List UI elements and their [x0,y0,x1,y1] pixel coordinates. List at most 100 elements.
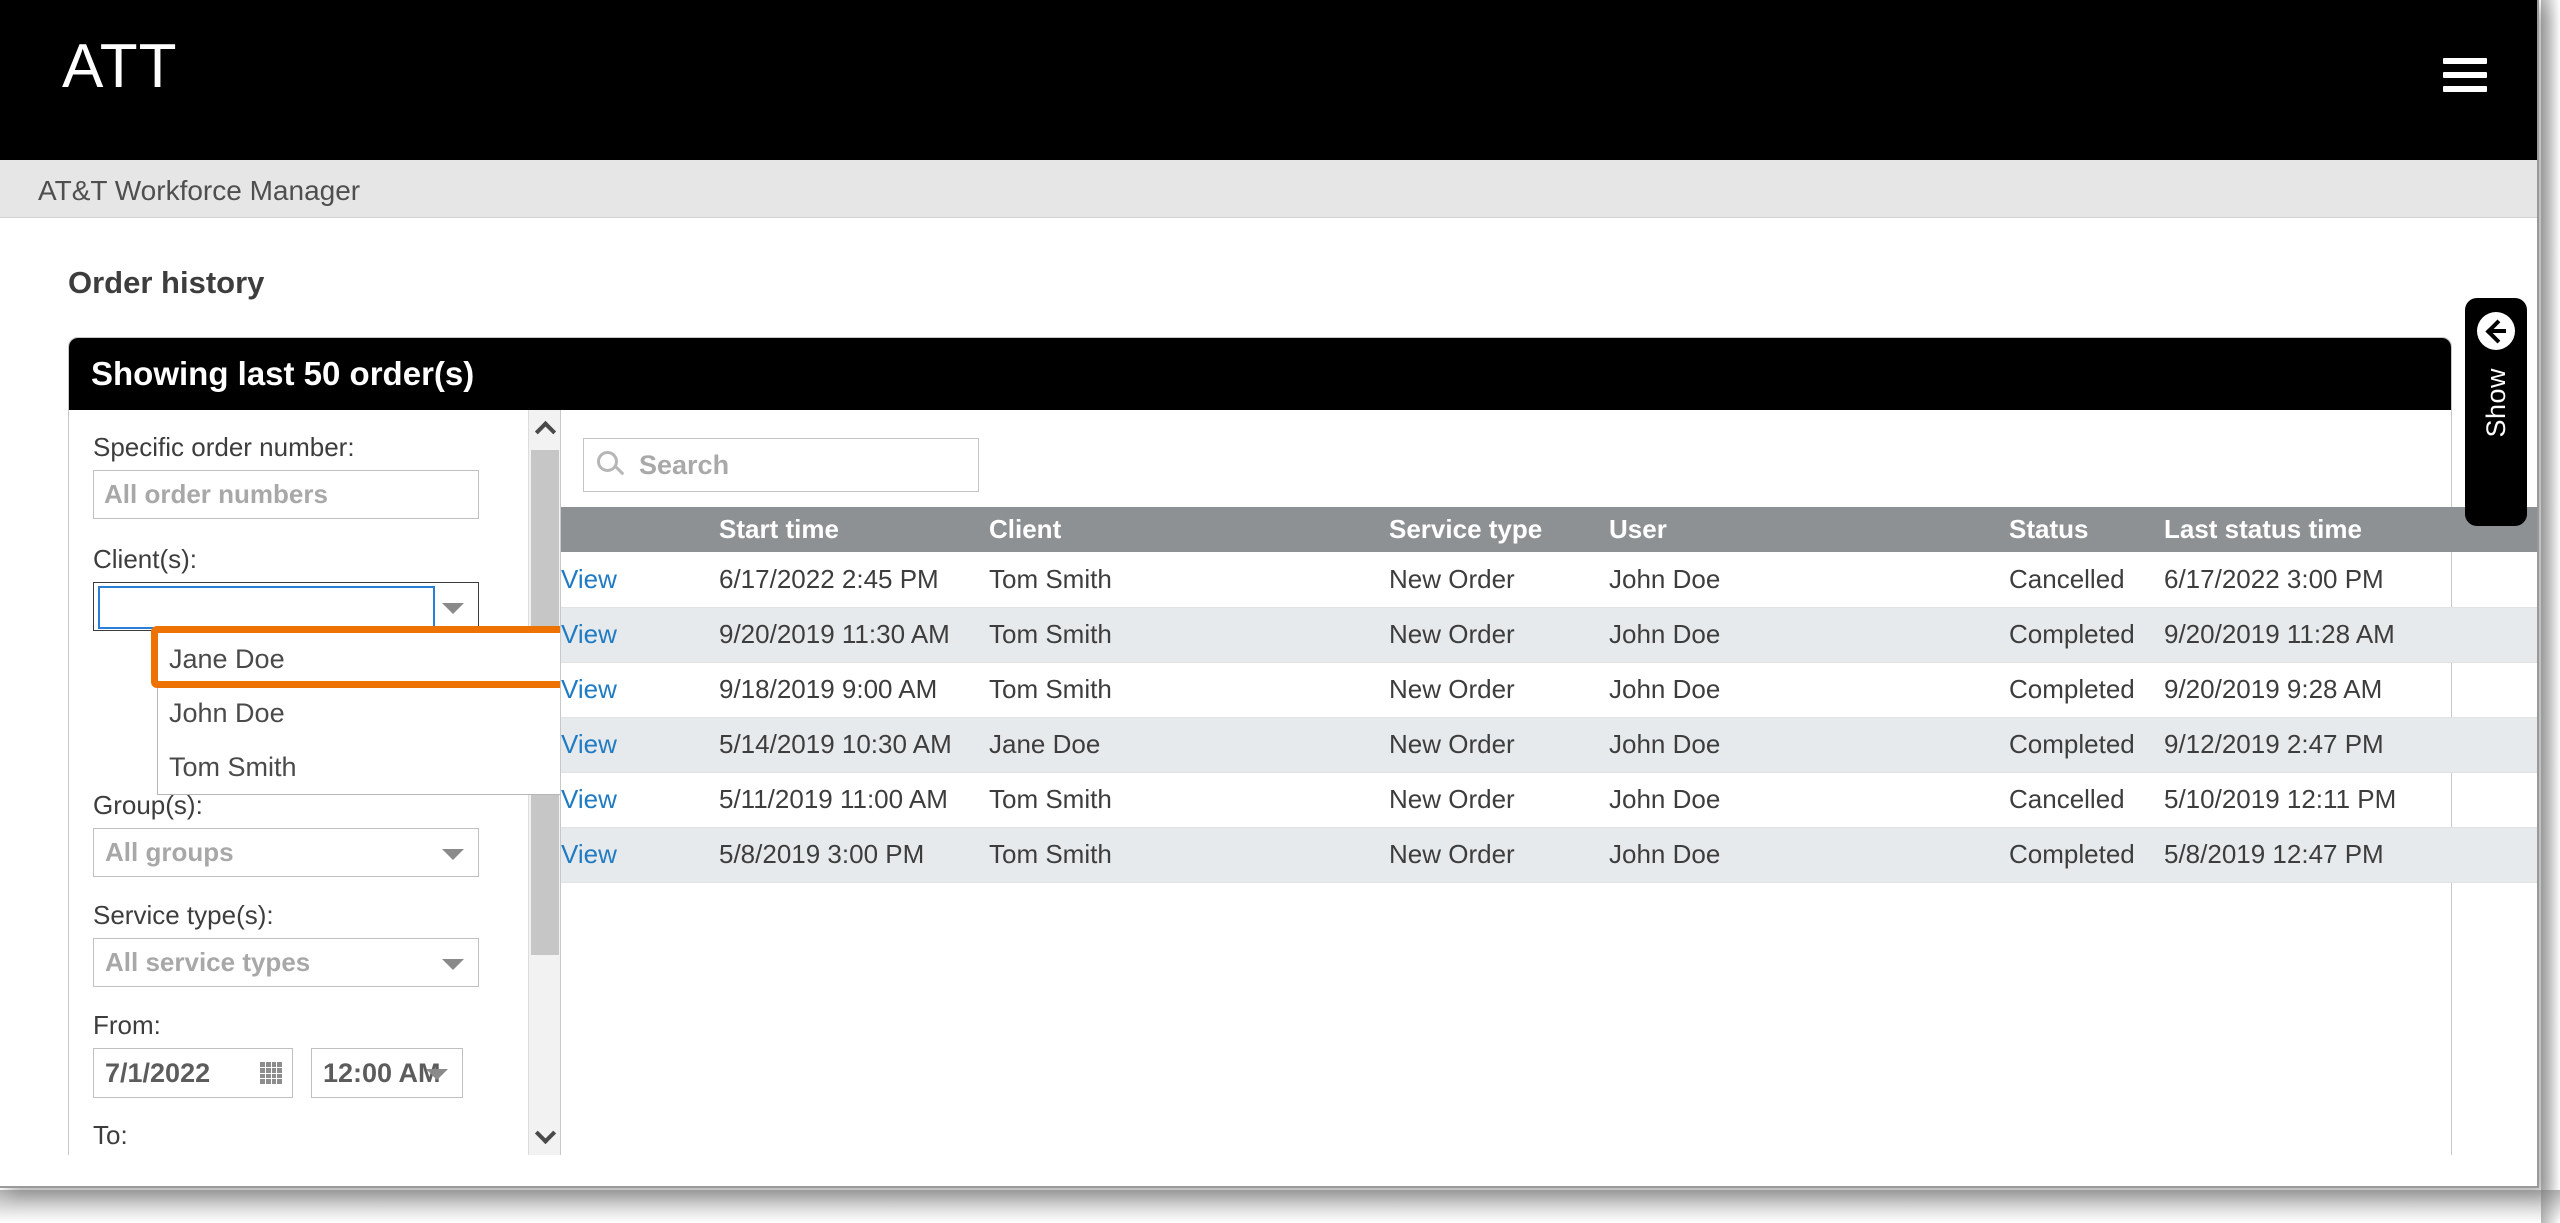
row-service-type: New Order [1389,717,1609,773]
view-link[interactable]: View [561,619,617,649]
table-row[interactable]: View 9/20/2019 11:30 AM Tom Smith New Or… [561,607,2537,663]
row-client: Tom Smith [989,827,1389,883]
column-header-status: Status [2009,507,2164,552]
client-combobox[interactable] [93,582,479,631]
table-header: Start time Client Service type User Stat… [561,507,2537,552]
to-label: To: [93,1120,128,1150]
row-last-status-time: 9/20/2019 9:28 AM [2164,662,2537,718]
view-link[interactable]: View [561,729,617,759]
row-action-cell: View [561,772,719,828]
row-client: Tom Smith [989,607,1389,663]
row-service-type: New Order [1389,552,1609,608]
order-number-input[interactable] [93,470,479,519]
from-date-input[interactable] [94,1056,244,1090]
filter-panel: Specific order number: Client(s): Jane D… [69,410,561,1155]
from-time-value: 12:00 AM [323,1057,441,1088]
column-header-start-time: Start time [719,507,989,552]
row-status: Completed [2009,717,2164,773]
search-box[interactable] [583,438,979,492]
client-option-john-doe[interactable]: John Doe [158,686,560,740]
from-time-select[interactable]: 12:00 AM [311,1048,463,1098]
brand-logo: ATT [62,32,178,101]
row-action-cell: View [561,827,719,883]
column-header-user: User [1609,507,2009,552]
client-options-list: Jane Doe John Doe Tom Smith [157,632,560,795]
sub-header-bar: AT&T Workforce Manager [0,160,2537,218]
row-service-type: New Order [1389,772,1609,828]
show-panel-label: Show [2480,368,2511,438]
row-start-time: 9/20/2019 11:30 AM [719,607,989,663]
scrollbar-down-arrow-icon[interactable] [529,1117,560,1155]
row-status: Completed [2009,827,2164,883]
client-label: Client(s): [93,544,198,574]
window-shadow-right [2541,0,2560,1223]
view-link[interactable]: View [561,839,617,869]
row-start-time: 5/14/2019 10:30 AM [719,717,989,773]
table-row[interactable]: View 5/8/2019 3:00 PM Tom Smith New Orde… [561,827,2537,883]
service-type-select-value: All service types [105,947,311,977]
row-service-type: New Order [1389,827,1609,883]
column-header-service-type: Service type [1389,507,1609,552]
search-input[interactable] [637,448,937,482]
row-status: Cancelled [2009,772,2164,828]
order-number-label: Specific order number: [93,432,355,462]
page-title: Order history [68,265,265,300]
row-start-time: 9/18/2019 9:00 AM [719,662,989,718]
from-label: From: [93,1010,161,1040]
orders-table-panel: Start time Client Service type User Stat… [561,410,2537,1155]
card-header: Showing last 50 order(s) [69,338,2451,410]
row-action-cell: View [561,717,719,773]
hamburger-menu-icon[interactable] [2443,58,2487,92]
client-option-tom-smith[interactable]: Tom Smith [158,740,560,794]
app-name-label: AT&T Workforce Manager [38,175,361,206]
row-last-status-time: 9/20/2019 11:28 AM [2164,607,2537,663]
row-client: Jane Doe [989,717,1389,773]
row-start-time: 5/8/2019 3:00 PM [719,827,989,883]
row-start-time: 5/11/2019 11:00 AM [719,772,989,828]
from-date-field[interactable] [93,1048,293,1098]
row-last-status-time: 5/10/2019 12:11 PM [2164,772,2537,828]
chevron-down-icon[interactable] [442,602,464,614]
order-history-card: Showing last 50 order(s) Specific order … [68,337,2537,1155]
row-user: John Doe [1609,607,2009,663]
chevron-down-icon [442,958,464,970]
top-app-bar: ATT [0,0,2537,160]
calendar-icon[interactable] [260,1062,282,1084]
show-panel-tab[interactable]: Show [2465,298,2527,526]
row-start-time: 6/17/2022 2:45 PM [719,552,989,608]
row-action-cell: View [561,662,719,718]
hamburger-bar-1 [2443,58,2487,64]
table-row[interactable]: View 6/17/2022 2:45 PM Tom Smith New Ord… [561,552,2537,608]
group-select[interactable]: All groups [93,828,479,877]
row-last-status-time: 9/12/2019 2:47 PM [2164,717,2537,773]
scrollbar-up-arrow-icon[interactable] [529,410,560,448]
service-type-select[interactable]: All service types [93,938,479,987]
row-user: John Doe [1609,772,2009,828]
row-status: Completed [2009,662,2164,718]
card-header-title: Showing last 50 order(s) [91,355,475,392]
row-last-status-time: 6/17/2022 3:00 PM [2164,552,2537,608]
row-user: John Doe [1609,662,2009,718]
row-user: John Doe [1609,552,2009,608]
orders-table: Start time Client Service type User Stat… [561,507,2537,883]
row-service-type: New Order [1389,662,1609,718]
column-header-action [561,507,719,552]
from-datetime-row: 12:00 AM [93,1048,463,1098]
client-combobox-input[interactable] [98,586,435,629]
card-body: Specific order number: Client(s): Jane D… [69,410,2537,1155]
view-link[interactable]: View [561,564,617,594]
row-status: Cancelled [2009,552,2164,608]
view-link[interactable]: View [561,674,617,704]
row-last-status-time: 5/8/2019 12:47 PM [2164,827,2537,883]
table-row[interactable]: View 5/14/2019 10:30 AM Jane Doe New Ord… [561,717,2537,773]
table-row[interactable]: View 9/18/2019 9:00 AM Tom Smith New Ord… [561,662,2537,718]
row-action-cell: View [561,607,719,663]
window-shadow-bottom [0,1190,2560,1223]
search-icon [597,451,625,479]
table-row[interactable]: View 5/11/2019 11:00 AM Tom Smith New Or… [561,772,2537,828]
row-status: Completed [2009,607,2164,663]
view-link[interactable]: View [561,784,617,814]
client-option-jane-doe[interactable]: Jane Doe [158,632,560,686]
row-action-cell: View [561,552,719,608]
column-header-client: Client [989,507,1389,552]
